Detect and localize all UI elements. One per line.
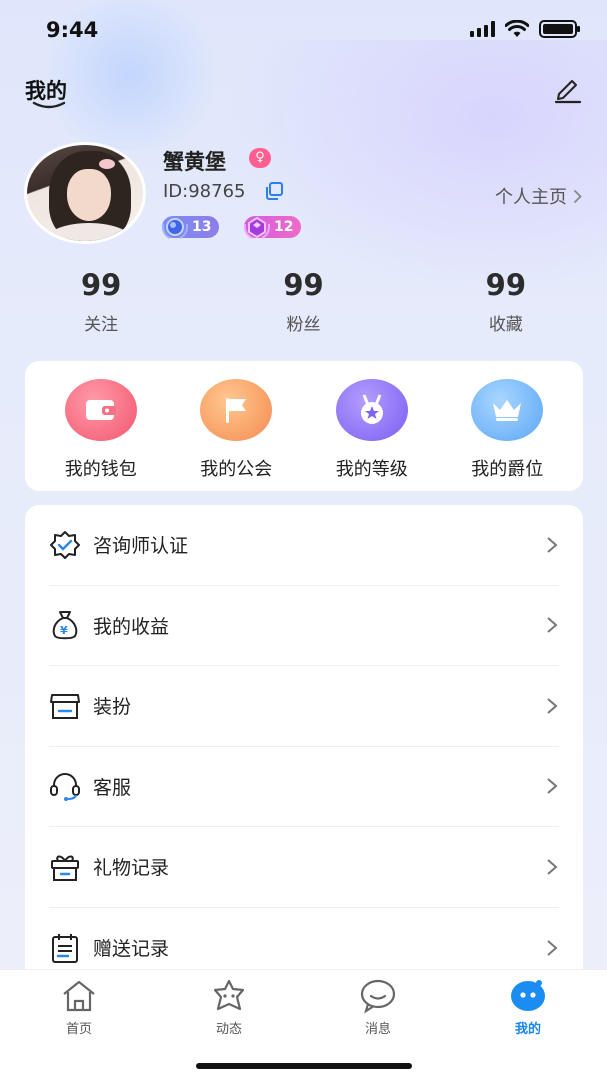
blue-gem-icon <box>161 218 189 239</box>
home-icon <box>63 980 95 1012</box>
status-time: 9:44 <box>46 18 99 42</box>
wifi-icon <box>505 20 529 37</box>
quick-action-level[interactable]: 我的等级 <box>312 379 432 491</box>
quick-action-label: 我的等级 <box>335 459 408 480</box>
level-badge-blue: 13 <box>161 216 220 239</box>
stat-following[interactable]: 99 关注 <box>0 268 202 335</box>
shop-icon <box>49 690 81 722</box>
title-underline <box>32 101 66 109</box>
quick-action-label: 我的钱包 <box>64 459 137 480</box>
medal-icon <box>335 379 408 441</box>
menu-list: 咨询师认证 ¥ 我的收益 装扮 客服 礼物记录 赠送记录 <box>25 505 583 985</box>
svg-text:¥: ¥ <box>60 624 68 637</box>
quick-action-rank[interactable]: 我的爵位 <box>447 379 567 491</box>
flag-icon <box>200 379 273 441</box>
calendar-list-icon <box>49 932 81 964</box>
user-id: ID:98765 <box>163 181 246 202</box>
chevron-right-icon <box>547 858 558 875</box>
tab-label: 消息 <box>364 1022 391 1037</box>
quick-action-wallet[interactable]: 我的钱包 <box>41 379 161 491</box>
star-face-icon <box>213 979 245 1011</box>
stat-fans[interactable]: 99 粉丝 <box>202 268 404 335</box>
chevron-right-icon <box>547 536 558 553</box>
level-badge-purple: 12 <box>243 216 302 239</box>
menu-item-label: 礼物记录 <box>93 857 170 880</box>
menu-item-dress-up[interactable]: 装扮 <box>49 666 559 747</box>
stat-label: 收藏 <box>488 315 523 335</box>
gender-female-icon: ♀ <box>249 148 271 168</box>
stat-value: 99 <box>485 268 526 302</box>
level-badge-value: 13 <box>192 219 212 235</box>
menu-item-label: 咨询师认证 <box>93 535 189 558</box>
level-badge-value: 12 <box>274 219 294 235</box>
chat-bubble-icon <box>360 979 396 1014</box>
signal-icon <box>470 21 495 37</box>
chevron-right-icon <box>547 697 558 714</box>
tab-label: 首页 <box>65 1022 92 1037</box>
stat-value: 99 <box>80 268 122 302</box>
profile-homepage-link[interactable]: 个人主页 <box>495 183 582 209</box>
stat-label: 关注 <box>84 315 119 335</box>
avatar[interactable] <box>24 142 146 244</box>
chevron-right-icon <box>573 189 582 203</box>
home-indicator <box>196 1063 412 1069</box>
quick-action-label: 我的公会 <box>200 459 273 480</box>
stat-label: 粉丝 <box>286 315 321 335</box>
menu-item-label: 装扮 <box>93 696 132 719</box>
tab-mine[interactable]: 我的 <box>488 978 568 1037</box>
stat-value: 99 <box>283 268 324 302</box>
quick-action-guild[interactable]: 我的公会 <box>176 379 296 491</box>
profile-bubble-icon <box>511 980 545 1011</box>
quick-actions-card: 我的钱包 我的公会 我的等级 我的爵位 <box>25 361 583 491</box>
background-glow-right <box>227 40 607 300</box>
wallet-icon <box>64 379 137 441</box>
tab-moments[interactable]: 动态 <box>189 978 269 1037</box>
menu-item-earnings[interactable]: ¥ 我的收益 <box>49 586 559 666</box>
profile-link-label: 个人主页 <box>495 187 567 208</box>
tab-messages[interactable]: 消息 <box>338 978 418 1037</box>
menu-item-label: 赠送记录 <box>93 938 170 961</box>
gift-icon <box>49 851 81 883</box>
menu-item-customer-service[interactable]: 客服 <box>49 747 559 827</box>
money-bag-icon: ¥ <box>49 609 81 641</box>
tab-home[interactable]: 首页 <box>39 978 119 1037</box>
menu-item-consultant-certification[interactable]: 咨询师认证 <box>49 505 559 586</box>
stats-row: 99 关注 99 粉丝 99 收藏 <box>0 268 607 335</box>
chevron-right-icon <box>547 617 558 634</box>
stat-favorites[interactable]: 99 收藏 <box>405 268 607 335</box>
quick-action-label: 我的爵位 <box>471 459 544 480</box>
status-icons <box>470 20 580 38</box>
copy-icon[interactable] <box>264 182 284 200</box>
chevron-right-icon <box>547 939 558 956</box>
battery-icon <box>539 20 580 38</box>
tab-label: 动态 <box>215 1022 242 1037</box>
purple-gem-icon <box>243 216 271 239</box>
status-bar: 9:44 <box>0 0 607 60</box>
tab-label: 我的 <box>514 1022 541 1037</box>
edit-icon[interactable] <box>553 74 583 104</box>
headset-icon <box>49 770 81 802</box>
crown-icon <box>471 379 544 441</box>
menu-item-label: 我的收益 <box>93 615 170 638</box>
menu-item-label: 客服 <box>93 776 132 799</box>
nickname: 蟹黄堡 <box>163 150 226 174</box>
certified-badge-icon <box>49 529 81 561</box>
menu-item-gift-records[interactable]: 礼物记录 <box>49 827 559 908</box>
chevron-right-icon <box>547 778 558 795</box>
